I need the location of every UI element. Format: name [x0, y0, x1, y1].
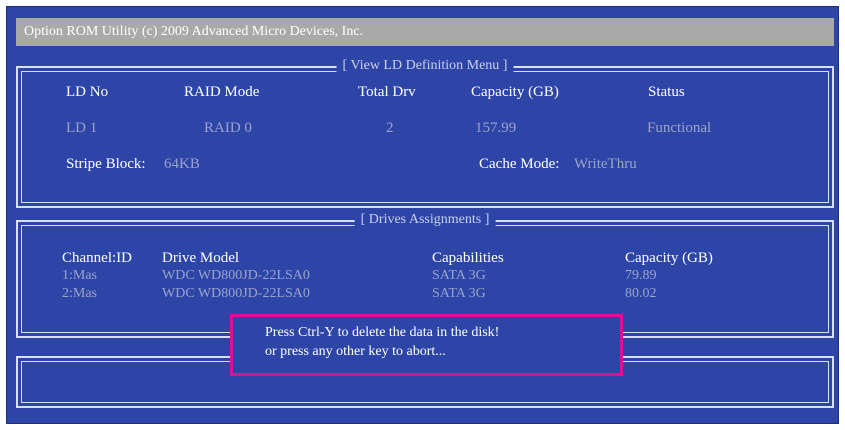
row-capacity[interactable]: 157.99	[475, 120, 516, 137]
title-bar: Option ROM Utility (c) 2009 Advanced Mic…	[16, 18, 834, 46]
drive-row-2-capabilities[interactable]: SATA 3G	[432, 286, 486, 302]
row-raid-mode[interactable]: RAID 0	[204, 120, 252, 137]
drive-row-1-model[interactable]: WDC WD800JD-22LSA0	[162, 268, 310, 284]
header-capabilities: Capabilities	[432, 250, 504, 266]
header-drive-capacity: Capacity (GB)	[625, 250, 713, 266]
drive-row-2-model[interactable]: WDC WD800JD-22LSA0	[162, 286, 310, 302]
drive-row-1-channel[interactable]: 1:Mas	[62, 268, 97, 284]
row-total-drv[interactable]: 2	[386, 120, 394, 137]
header-capacity: Capacity (GB)	[471, 84, 559, 100]
dialog-line-1: Press Ctrl-Y to delete the data in the d…	[265, 325, 500, 340]
stripe-block-value: 64KB	[164, 156, 200, 172]
stripe-block-label: Stripe Block:	[66, 156, 146, 172]
header-status: Status	[648, 84, 685, 100]
cache-mode-value: WriteThru	[574, 156, 637, 172]
panel-border	[21, 71, 829, 203]
drive-row-2-capacity[interactable]: 80.02	[625, 286, 657, 302]
delete-confirm-dialog: Press Ctrl-Y to delete the data in the d…	[230, 314, 623, 376]
header-raid-mode: RAID Mode	[184, 84, 260, 100]
cache-mode-label: Cache Mode:	[479, 156, 560, 172]
header-ld-no: LD No	[66, 84, 109, 100]
ld-definition-panel: [ View LD Definition Menu ] LD No RAID M…	[16, 58, 834, 208]
row-status[interactable]: Functional	[647, 120, 711, 137]
drive-row-2-channel[interactable]: 2:Mas	[62, 286, 97, 302]
header-total-drv: Total Drv	[358, 84, 416, 100]
row-ld-no[interactable]: LD 1	[66, 120, 97, 137]
header-drive-model: Drive Model	[162, 250, 240, 266]
drive-row-1-capacity[interactable]: 79.89	[625, 268, 657, 284]
dialog-line-2: or press any other key to abort...	[265, 344, 446, 359]
drive-row-1-capabilities[interactable]: SATA 3G	[432, 268, 486, 284]
header-channel-id: Channel:ID	[62, 250, 132, 266]
drives-panel-legend: [ Drives Assignments ]	[354, 212, 496, 228]
ld-panel-legend: [ View LD Definition Menu ]	[336, 58, 514, 74]
